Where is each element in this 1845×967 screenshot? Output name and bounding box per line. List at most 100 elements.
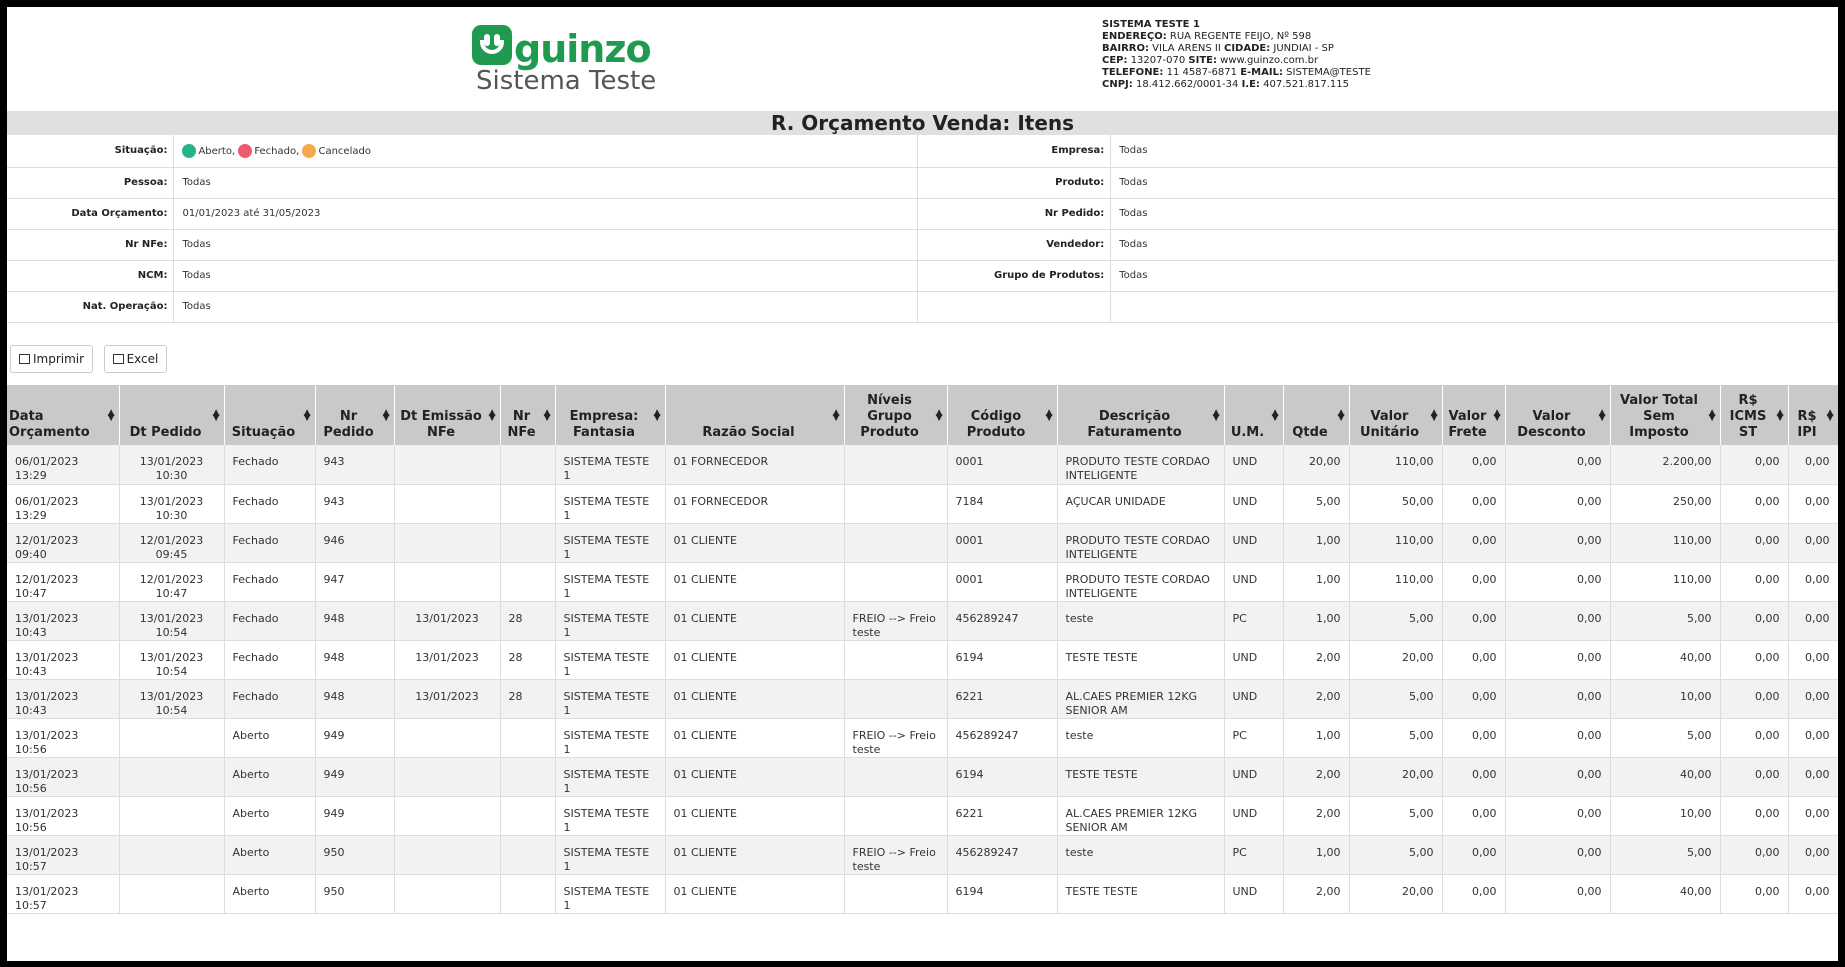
table-cell bbox=[500, 523, 556, 563]
table-cell: 2.200,00 bbox=[1610, 445, 1721, 485]
table-cell: 949 bbox=[315, 718, 395, 758]
table-row[interactable]: 13/01/2023 10:56 Aberto 949 SISTEMA TESTE 1… bbox=[7, 796, 1838, 836]
column-header[interactable]: Níveis Grupo Produto ▲ ▼ bbox=[844, 385, 948, 445]
table-cell: 10,00 bbox=[1610, 796, 1721, 836]
column-header[interactable]: Empresa: Fantasia ▲ ▼ bbox=[555, 385, 666, 445]
column-header-label: U.M. bbox=[1230, 425, 1265, 440]
table-row[interactable]: 12/01/2023 09:40 12/01/2023 09:45 Fechado 9… bbox=[7, 523, 1838, 563]
table-cell: 01 CLIENTE bbox=[665, 562, 845, 602]
table-cell: 456289247 bbox=[947, 601, 1058, 641]
table-cell: 0,00 bbox=[1720, 445, 1789, 485]
sort-icon[interactable]: ▲ ▼ bbox=[489, 409, 496, 423]
company-site: www.guinzo.com.br bbox=[1220, 55, 1319, 66]
table-cell: 2,00 bbox=[1283, 874, 1350, 914]
sort-icon[interactable]: ▲ ▼ bbox=[1709, 409, 1716, 423]
column-header[interactable]: Valor Unitário ▲ ▼ bbox=[1349, 385, 1443, 445]
table-cell: 0,00 bbox=[1788, 757, 1838, 797]
column-header[interactable]: Valor Frete ▲ ▼ bbox=[1442, 385, 1506, 445]
column-header[interactable]: Razão Social ▲ ▼ bbox=[665, 385, 845, 445]
table-cell: 01 CLIENTE bbox=[665, 757, 845, 797]
table-cell: 28 bbox=[500, 640, 556, 680]
table-row[interactable]: 13/01/2023 10:43 13/01/2023 10:54 Fechado 9… bbox=[7, 601, 1838, 641]
table-cell: 13/01/2023 10:30 bbox=[119, 484, 225, 524]
column-header[interactable]: Situação ▲ ▼ bbox=[224, 385, 316, 445]
sort-icon[interactable]: ▲ ▼ bbox=[1827, 409, 1834, 423]
column-header[interactable]: U.M. ▲ ▼ bbox=[1224, 385, 1284, 445]
sort-icon[interactable]: ▲ ▼ bbox=[1272, 409, 1279, 423]
table-cell: 40,00 bbox=[1610, 757, 1721, 797]
table-row[interactable]: 13/01/2023 10:43 13/01/2023 10:54 Fechado 9… bbox=[7, 640, 1838, 680]
table-cell bbox=[394, 445, 501, 485]
table-cell bbox=[844, 796, 948, 836]
table-cell: 5,00 bbox=[1610, 718, 1721, 758]
situacao-cancelado: Cancelado bbox=[318, 145, 371, 157]
sort-icon[interactable]: ▲ ▼ bbox=[383, 409, 390, 423]
column-header[interactable]: Data Orçamento ▲ ▼ bbox=[7, 385, 120, 445]
column-header[interactable]: Nr NFe ▲ ▼ bbox=[500, 385, 556, 445]
table-cell: 0,00 bbox=[1442, 640, 1506, 680]
table-cell: Aberto bbox=[224, 757, 316, 797]
sort-icon[interactable]: ▲ ▼ bbox=[304, 409, 311, 423]
table-cell: 6194 bbox=[947, 757, 1058, 797]
table-cell: 5,00 bbox=[1349, 601, 1443, 641]
column-header[interactable]: Dt Emissão NFe ▲ ▼ bbox=[394, 385, 501, 445]
column-header[interactable]: Nr Pedido ▲ ▼ bbox=[315, 385, 395, 445]
column-header[interactable]: Valor Desconto ▲ ▼ bbox=[1505, 385, 1611, 445]
print-button[interactable]: Imprimir bbox=[10, 345, 94, 373]
table-cell: PRODUTO TESTE CORDAO INTELIGENTE bbox=[1057, 562, 1225, 602]
sort-icon[interactable]: ▲ ▼ bbox=[654, 409, 661, 423]
company-cnpj: 18.412.662/0001-34 bbox=[1135, 79, 1239, 90]
sort-icon[interactable]: ▲ ▼ bbox=[1599, 409, 1606, 423]
sort-icon[interactable]: ▲ ▼ bbox=[1338, 409, 1345, 423]
table-cell: 0,00 bbox=[1720, 523, 1789, 563]
table-cell: 0,00 bbox=[1720, 640, 1789, 680]
column-header[interactable]: R$ IPI ▲ ▼ bbox=[1788, 385, 1838, 445]
table-cell bbox=[844, 640, 948, 680]
table-cell: SISTEMA TESTE 1 bbox=[555, 562, 666, 602]
excel-button[interactable]: Excel bbox=[103, 345, 168, 373]
table-cell bbox=[500, 562, 556, 602]
sort-icon[interactable]: ▲ ▼ bbox=[1777, 409, 1784, 423]
sort-icon[interactable]: ▲ ▼ bbox=[936, 409, 943, 423]
table-cell: 13/01/2023 10:57 bbox=[7, 874, 120, 914]
table-row[interactable]: 13/01/2023 10:57 Aberto 950 SISTEMA TESTE 1… bbox=[7, 874, 1838, 914]
table-cell: 250,00 bbox=[1610, 484, 1721, 524]
table-cell: UND bbox=[1224, 757, 1284, 797]
column-header[interactable]: Dt Pedido ▲ ▼ bbox=[119, 385, 225, 445]
filter-produto-label: Produto: bbox=[917, 167, 1112, 199]
sort-icon[interactable]: ▲ ▼ bbox=[1046, 409, 1053, 423]
table-cell: 0,00 bbox=[1788, 679, 1838, 719]
table-cell: 6221 bbox=[947, 796, 1058, 836]
column-header[interactable]: Qtde ▲ ▼ bbox=[1283, 385, 1350, 445]
column-header[interactable]: Código Produto ▲ ▼ bbox=[947, 385, 1058, 445]
table-row[interactable]: 12/01/2023 10:47 12/01/2023 10:47 Fechado 9… bbox=[7, 562, 1838, 602]
column-header[interactable]: Descrição Faturamento ▲ ▼ bbox=[1057, 385, 1225, 445]
table-cell: UND bbox=[1224, 640, 1284, 680]
table-cell: 13/01/2023 10:54 bbox=[119, 640, 225, 680]
table-cell: 5,00 bbox=[1610, 601, 1721, 641]
table-row[interactable]: 13/01/2023 10:56 Aberto 949 SISTEMA TESTE 1… bbox=[7, 757, 1838, 797]
sort-icon[interactable]: ▲ ▼ bbox=[833, 409, 840, 423]
table-cell: 0,00 bbox=[1505, 601, 1611, 641]
filter-nrpedido-value: Todas bbox=[1110, 198, 1838, 230]
table-cell: SISTEMA TESTE 1 bbox=[555, 445, 666, 485]
table-cell: 2,00 bbox=[1283, 679, 1350, 719]
sort-icon[interactable]: ▲ ▼ bbox=[108, 409, 115, 423]
filter-empresa-value: Todas bbox=[1110, 135, 1838, 168]
table-cell: 0,00 bbox=[1720, 484, 1789, 524]
sort-icon[interactable]: ▲ ▼ bbox=[1431, 409, 1438, 423]
table-row[interactable]: 06/01/2023 13:29 13/01/2023 10:30 Fechado 9… bbox=[7, 484, 1838, 524]
table-row[interactable]: 13/01/2023 10:57 Aberto 950 SISTEMA TESTE 1… bbox=[7, 835, 1838, 875]
table-cell: 01 CLIENTE bbox=[665, 835, 845, 875]
sort-icon[interactable]: ▲ ▼ bbox=[1494, 409, 1501, 423]
sort-icon[interactable]: ▲ ▼ bbox=[1213, 409, 1220, 423]
sort-icon[interactable]: ▲ ▼ bbox=[544, 409, 551, 423]
table-cell: 20,00 bbox=[1349, 874, 1443, 914]
column-header[interactable]: R$ ICMS ST ▲ ▼ bbox=[1720, 385, 1789, 445]
column-header[interactable]: Valor Total Sem Imposto ▲ ▼ bbox=[1610, 385, 1721, 445]
table-row[interactable]: 13/01/2023 10:43 13/01/2023 10:54 Fechado 9… bbox=[7, 679, 1838, 719]
table-row[interactable]: 06/01/2023 13:29 13/01/2023 10:30 Fechado 9… bbox=[7, 445, 1838, 485]
table-cell: 110,00 bbox=[1349, 445, 1443, 485]
table-row[interactable]: 13/01/2023 10:56 Aberto 949 SISTEMA TESTE 1… bbox=[7, 718, 1838, 758]
sort-icon[interactable]: ▲ ▼ bbox=[213, 409, 220, 423]
